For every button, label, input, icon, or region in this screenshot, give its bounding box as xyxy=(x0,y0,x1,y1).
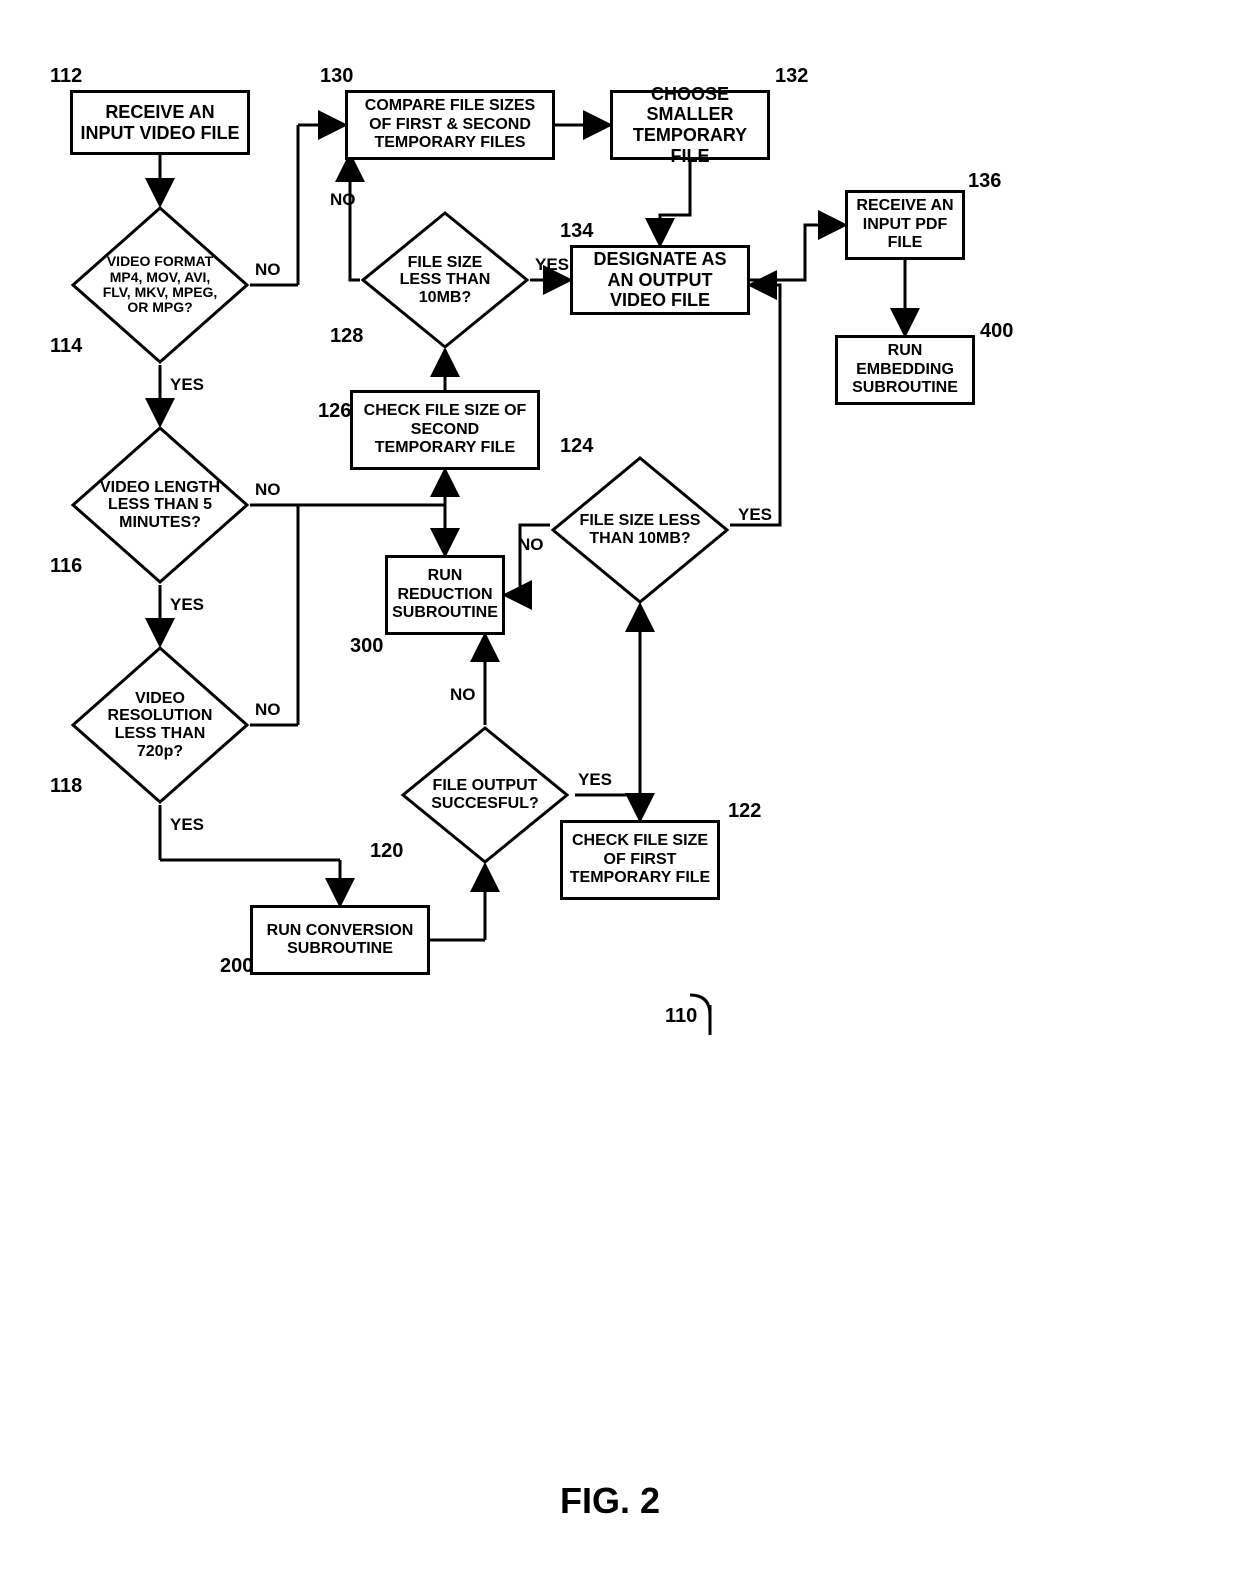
box-check-second-temp: CHECK FILE SIZE OF SECOND TEMPORARY FILE xyxy=(350,390,540,470)
box-compare-sizes: COMPARE FILE SIZES OF FIRST & SECOND TEM… xyxy=(345,90,555,160)
figure-label: FIG. 2 xyxy=(560,1480,660,1522)
ref-116: 116 xyxy=(50,555,82,578)
ref-112: 112 xyxy=(50,65,82,88)
box-label: DESIGNATE AS AN OUTPUT VIDEO FILE xyxy=(579,249,741,311)
box-label: RUN REDUCTION SUBROUTINE xyxy=(392,567,498,622)
ref-122: 122 xyxy=(728,800,761,823)
box-receive-pdf: RECEIVE AN INPUT PDF FILE xyxy=(845,190,965,260)
edge-yes: YES xyxy=(578,770,612,790)
box-choose-smaller: CHOOSE SMALLER TEMPORARY FILE xyxy=(610,90,770,160)
ref-200: 200 xyxy=(220,955,253,978)
diamond-label: FILE SIZE LESS THAN 10MB? xyxy=(578,512,702,547)
ref-132: 132 xyxy=(775,65,808,88)
box-label: RUN CONVERSION SUBROUTINE xyxy=(259,922,421,959)
page: FIG. 2 xyxy=(0,0,1240,1596)
flowchart: RECEIVE AN INPUT VIDEO FILE 112 COMPARE … xyxy=(50,75,950,1245)
diamond-label: VIDEO LENGTH LESS THAN 5 MINUTES? xyxy=(98,479,222,532)
box-label: CHOOSE SMALLER TEMPORARY FILE xyxy=(619,84,761,167)
diamond-video-resolution: VIDEO RESOLUTION LESS THAN 720p? xyxy=(70,645,250,805)
box-label: RECEIVE AN INPUT VIDEO FILE xyxy=(79,102,241,143)
edge-yes: YES xyxy=(535,255,569,275)
ref-114: 114 xyxy=(50,335,82,358)
ref-110: 110 xyxy=(665,1005,697,1028)
ref-118: 118 xyxy=(50,775,82,798)
edge-yes: YES xyxy=(738,505,772,525)
diamond-label: FILE SIZE LESS THAN 10MB? xyxy=(388,254,502,307)
ref-400: 400 xyxy=(980,320,1013,343)
box-label: COMPARE FILE SIZES OF FIRST & SECOND TEM… xyxy=(354,97,546,152)
box-run-embedding: RUN EMBEDDING SUBROUTINE xyxy=(835,335,975,405)
ref-134: 134 xyxy=(560,220,593,243)
box-check-first-temp: CHECK FILE SIZE OF FIRST TEMPORARY FILE xyxy=(560,820,720,900)
diamond-label: VIDEO FORMAT MP4, MOV, AVI, FLV, MKV, MP… xyxy=(98,254,222,316)
diamond-size-128: FILE SIZE LESS THAN 10MB? xyxy=(360,210,530,350)
edge-no: NO xyxy=(255,700,281,720)
edge-no: NO xyxy=(330,190,356,210)
edge-no: NO xyxy=(255,260,281,280)
box-run-reduction: RUN REDUCTION SUBROUTINE xyxy=(385,555,505,635)
box-label: RECEIVE AN INPUT PDF FILE xyxy=(854,197,956,252)
box-receive-input-video: RECEIVE AN INPUT VIDEO FILE xyxy=(70,90,250,155)
edge-yes: YES xyxy=(170,375,204,395)
edge-no: NO xyxy=(450,685,476,705)
ref-128: 128 xyxy=(330,325,363,348)
diamond-label: FILE OUTPUT SUCCESFUL? xyxy=(428,777,542,812)
diamond-video-length: VIDEO LENGTH LESS THAN 5 MINUTES? xyxy=(70,425,250,585)
ref-120: 120 xyxy=(370,840,403,863)
ref-130: 130 xyxy=(320,65,353,88)
box-run-conversion: RUN CONVERSION SUBROUTINE xyxy=(250,905,430,975)
ref-136: 136 xyxy=(968,170,1001,193)
box-label: RUN EMBEDDING SUBROUTINE xyxy=(844,342,966,397)
edge-no: NO xyxy=(518,535,544,555)
diamond-size-124: FILE SIZE LESS THAN 10MB? xyxy=(550,455,730,605)
box-designate-output: DESIGNATE AS AN OUTPUT VIDEO FILE xyxy=(570,245,750,315)
ref-300: 300 xyxy=(350,635,383,658)
box-label: CHECK FILE SIZE OF FIRST TEMPORARY FILE xyxy=(569,832,711,887)
edge-yes: YES xyxy=(170,815,204,835)
diamond-label: VIDEO RESOLUTION LESS THAN 720p? xyxy=(98,690,222,760)
ref-126: 126 xyxy=(318,400,351,423)
ref-124: 124 xyxy=(560,435,593,458)
edge-yes: YES xyxy=(170,595,204,615)
edge-no: NO xyxy=(255,480,281,500)
diamond-output-success: FILE OUTPUT SUCCESFUL? xyxy=(400,725,570,865)
diamond-video-format: VIDEO FORMAT MP4, MOV, AVI, FLV, MKV, MP… xyxy=(70,205,250,365)
box-label: CHECK FILE SIZE OF SECOND TEMPORARY FILE xyxy=(359,402,531,457)
